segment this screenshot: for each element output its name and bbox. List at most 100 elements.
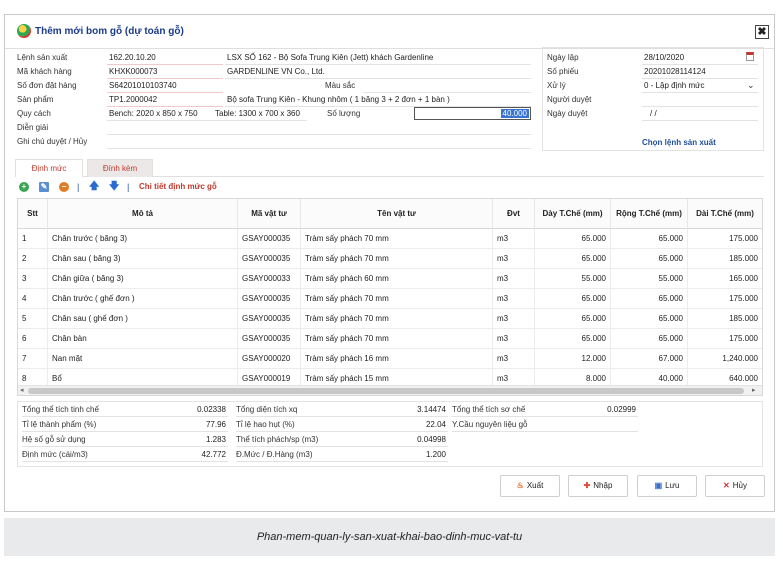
table-row[interactable]: 4 Chân trước ( ghế đơn ) GSAY000035 Tràm sấ… [18, 289, 762, 309]
cell-dai[interactable]: 175.000 [688, 229, 762, 249]
cell-dvt[interactable]: m3 [493, 249, 535, 269]
cell-dai[interactable]: 185.000 [688, 309, 762, 329]
cell-stt[interactable]: 2 [18, 249, 48, 269]
cell-day[interactable]: 65.000 [535, 249, 611, 269]
cell-rong[interactable]: 65.000 [611, 249, 688, 269]
col-stt[interactable]: Stt [18, 199, 48, 229]
cell-ma-vat-tu[interactable]: GSAY000035 [238, 289, 301, 309]
cell-mo-ta[interactable]: Chân trước ( ghế đơn ) [48, 289, 238, 309]
col-day[interactable]: Dày T.Chế (mm) [535, 199, 611, 229]
cell-stt[interactable]: 6 [18, 329, 48, 349]
cell-ma-vat-tu[interactable]: GSAY000035 [238, 249, 301, 269]
save-button[interactable]: ▣ Lưu [637, 475, 697, 497]
cell-dvt[interactable]: m3 [493, 329, 535, 349]
cell-day[interactable]: 65.000 [535, 309, 611, 329]
cell-rong[interactable]: 65.000 [611, 329, 688, 349]
cell-dvt[interactable]: m3 [493, 349, 535, 369]
col-dai[interactable]: Dài T.Chế (mm) [688, 199, 762, 229]
col-mo-ta[interactable]: Mô tả [48, 199, 238, 229]
cell-day[interactable]: 55.000 [535, 269, 611, 289]
cell-rong[interactable]: 55.000 [611, 269, 688, 289]
tab-dinh-kem[interactable]: Đính kèm [87, 159, 153, 177]
quantity-field[interactable]: 40.000 [414, 107, 531, 120]
table-row[interactable]: 1 Chân trước ( băng 3) GSAY000035 Tràm sấy … [18, 229, 762, 249]
move-up-icon[interactable]: 🡅 [89, 182, 99, 192]
cell-ten-vat-tu[interactable]: Tràm sấy phách 16 mm [301, 349, 493, 369]
col-rong[interactable]: Rộng T.Chế (mm) [611, 199, 688, 229]
cell-rong[interactable]: 65.000 [611, 309, 688, 329]
cell-dai[interactable]: 1,240.000 [688, 349, 762, 369]
chevron-down-icon[interactable]: ⌄ [747, 80, 755, 91]
cell-ten-vat-tu[interactable]: Tràm sấy phách 70 mm [301, 289, 493, 309]
table-row[interactable]: 7 Nan mặt GSAY000020 Tràm sấy phách 16 mm m3… [18, 349, 762, 369]
chi-tiet-link[interactable]: Chi tiết định mức gỗ [139, 182, 217, 191]
cell-ma-vat-tu[interactable]: GSAY000035 [238, 229, 301, 249]
cell-rong[interactable]: 65.000 [611, 229, 688, 249]
cell-ten-vat-tu[interactable]: Tràm sấy phách 70 mm [301, 329, 493, 349]
cell-dvt[interactable]: m3 [493, 269, 535, 289]
cell-dai[interactable]: 185.000 [688, 249, 762, 269]
col-dvt[interactable]: Đvt [493, 199, 535, 229]
gc-field[interactable] [107, 148, 531, 149]
remove-icon[interactable]: − [59, 182, 69, 192]
cell-ten-vat-tu[interactable]: Tràm sấy phách 70 mm [301, 309, 493, 329]
cell-stt[interactable]: 7 [18, 349, 48, 369]
cell-ten-vat-tu[interactable]: Tràm sấy phách 70 mm [301, 229, 493, 249]
close-icon[interactable]: ✖ [755, 25, 769, 39]
cell-rong[interactable]: 65.000 [611, 289, 688, 309]
move-down-icon[interactable]: 🡇 [109, 182, 119, 192]
ngaylap-field[interactable]: 28/10/2020 [644, 53, 684, 62]
cell-mo-ta[interactable]: Chân bàn [48, 329, 238, 349]
cell-dvt[interactable]: m3 [493, 289, 535, 309]
cell-stt[interactable]: 4 [18, 289, 48, 309]
dh-code-field[interactable]: S64201010103740 [109, 81, 177, 90]
edit-icon[interactable]: ✎ [39, 182, 49, 192]
cell-dai[interactable]: 165.000 [688, 269, 762, 289]
cell-mo-ta[interactable]: Chân trước ( băng 3) [48, 229, 238, 249]
calendar-icon[interactable] [746, 52, 754, 61]
cancel-button[interactable]: ✕ Hủy [705, 475, 765, 497]
sophieu-field[interactable]: 20201028114124 [644, 67, 706, 76]
scroll-right-icon[interactable]: ▸ [752, 386, 756, 395]
col-ten-vat-tu[interactable]: Tên vật tư [301, 199, 493, 229]
cell-ma-vat-tu[interactable]: GSAY000020 [238, 349, 301, 369]
cell-stt[interactable]: 3 [18, 269, 48, 289]
ngayduyet-field[interactable]: / / [650, 109, 657, 118]
horizontal-scrollbar[interactable]: ◂ ▸ [18, 385, 762, 395]
col-ma-vat-tu[interactable]: Mã vật tư [238, 199, 301, 229]
import-button[interactable]: ✚ Nhập [568, 475, 628, 497]
cell-ten-vat-tu[interactable]: Tràm sấy phách 70 mm [301, 249, 493, 269]
cell-dai[interactable]: 175.000 [688, 289, 762, 309]
cell-ma-vat-tu[interactable]: GSAY000035 [238, 329, 301, 349]
cell-dvt[interactable]: m3 [493, 309, 535, 329]
chon-lenh-link[interactable]: Chọn lệnh sản xuất [642, 138, 716, 147]
table-row[interactable]: 6 Chân bàn GSAY000035 Tràm sấy phách 70 mm m… [18, 329, 762, 349]
add-icon[interactable]: + [19, 182, 29, 192]
table-row[interactable]: 2 Chân sau ( băng 3) GSAY000035 Tràm sấy ph… [18, 249, 762, 269]
cell-day[interactable]: 65.000 [535, 229, 611, 249]
scroll-left-icon[interactable]: ◂ [20, 386, 24, 395]
cell-mo-ta[interactable]: Chân sau ( ghế đơn ) [48, 309, 238, 329]
sp-code-field[interactable]: TP1.2000042 [109, 95, 157, 104]
cell-mo-ta[interactable]: Chân giữa ( băng 3) [48, 269, 238, 289]
table-row[interactable]: 5 Chân sau ( ghế đơn ) GSAY000035 Tràm sấy … [18, 309, 762, 329]
table-row[interactable]: 3 Chân giữa ( băng 3) GSAY000033 Tràm sấy p… [18, 269, 762, 289]
cell-day[interactable]: 12.000 [535, 349, 611, 369]
kh-code-field[interactable]: KHXK000073 [109, 67, 157, 76]
cell-day[interactable]: 65.000 [535, 329, 611, 349]
scroll-thumb[interactable] [28, 388, 744, 394]
cell-dai[interactable]: 175.000 [688, 329, 762, 349]
cell-ma-vat-tu[interactable]: GSAY000035 [238, 309, 301, 329]
tab-dinh-muc[interactable]: Định mức [15, 159, 83, 177]
cell-ma-vat-tu[interactable]: GSAY000033 [238, 269, 301, 289]
cell-mo-ta[interactable]: Chân sau ( băng 3) [48, 249, 238, 269]
cell-mo-ta[interactable]: Nan mặt [48, 349, 238, 369]
cell-rong[interactable]: 67.000 [611, 349, 688, 369]
cell-day[interactable]: 65.000 [535, 289, 611, 309]
cell-dvt[interactable]: m3 [493, 229, 535, 249]
dg-field[interactable] [107, 134, 531, 135]
export-button[interactable]: ♨ Xuất [500, 475, 560, 497]
cell-stt[interactable]: 1 [18, 229, 48, 249]
cell-stt[interactable]: 5 [18, 309, 48, 329]
lenh-code-field[interactable]: 162.20.10.20 [109, 53, 156, 62]
